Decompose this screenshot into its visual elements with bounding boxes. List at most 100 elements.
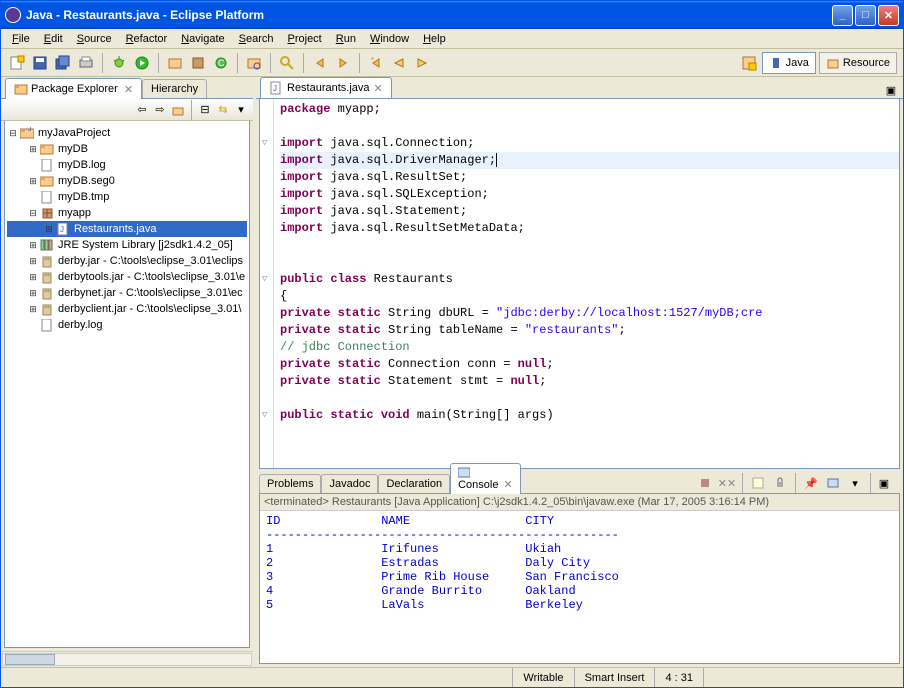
new-package-button[interactable] — [188, 53, 208, 73]
save-button[interactable] — [30, 53, 50, 73]
last-edit-button[interactable]: * — [366, 53, 386, 73]
maximize-button[interactable]: □ — [855, 5, 876, 26]
remove-terminated-icon[interactable]: ✕✕ — [717, 473, 737, 493]
code-line-2[interactable]: import java.sql.Connection; — [280, 135, 899, 152]
close-button[interactable]: ✕ — [878, 5, 899, 26]
menu-project[interactable]: Project — [281, 31, 329, 47]
open-console-icon[interactable]: ▾ — [845, 473, 865, 493]
tree-item-1[interactable]: myDB.log — [7, 157, 247, 173]
terminate-icon[interactable] — [695, 473, 715, 493]
code-line-9[interactable] — [280, 254, 899, 271]
tree-item-7[interactable]: ⊞derby.jar - C:\tools\eclipse_3.01\eclip… — [7, 253, 247, 269]
search-button[interactable] — [277, 53, 297, 73]
code-editor[interactable]: ▽ ▽ ▽ package myapp; import java.sql.Conne… — [259, 99, 900, 469]
resource-perspective-button[interactable]: Resource — [819, 52, 897, 74]
print-button[interactable] — [76, 53, 96, 73]
forward-button[interactable] — [412, 53, 432, 73]
collapse-all-icon[interactable]: ⊟ — [197, 102, 213, 118]
forward-icon[interactable]: ⇨ — [152, 102, 168, 118]
code-line-1[interactable] — [280, 118, 899, 135]
new-class-button[interactable]: C — [211, 53, 231, 73]
menu-source[interactable]: Source — [70, 31, 119, 47]
annotation-next-button[interactable] — [333, 53, 353, 73]
menu-edit[interactable]: Edit — [37, 31, 70, 47]
code-line-12[interactable]: private static String dbURL = "jdbc:derb… — [280, 305, 899, 322]
link-editor-icon[interactable]: ⇆ — [215, 102, 231, 118]
close-console-tab-icon[interactable]: ✕ — [504, 479, 513, 491]
console-output[interactable]: ID NAME CITY ---------------------------… — [260, 511, 899, 663]
project-tree[interactable]: ⊟JmyJavaProject⊞myDBmyDB.log⊞myDB.seg0my… — [4, 121, 250, 648]
bottom-tab-console[interactable]: Console ✕ — [450, 463, 521, 494]
console-toolbar: ✕✕ 📌 ▾ ▣ — [521, 473, 900, 493]
svg-text:*: * — [371, 57, 374, 64]
status-bar: Writable Smart Insert 4 : 31 — [1, 667, 903, 687]
close-tab-icon[interactable]: ✕ — [124, 83, 133, 96]
pin-console-icon[interactable]: 📌 — [801, 473, 821, 493]
fold-marker-icon[interactable]: ▽ — [262, 407, 272, 417]
tree-item-2[interactable]: ⊞myDB.seg0 — [7, 173, 247, 189]
java-perspective-button[interactable]: Java — [762, 52, 816, 74]
bottom-tab-problems[interactable]: Problems — [259, 474, 321, 493]
tree-item-4[interactable]: ⊟myapp — [7, 205, 247, 221]
menu-file[interactable]: File — [5, 31, 37, 47]
code-line-5[interactable]: import java.sql.SQLException; — [280, 186, 899, 203]
tree-item-6[interactable]: ⊞JRE System Library [j2sdk1.4.2_05] — [7, 237, 247, 253]
tree-project-root[interactable]: ⊟JmyJavaProject — [7, 125, 247, 141]
menu-navigate[interactable]: Navigate — [174, 31, 231, 47]
sidebar-scrollbar[interactable] — [1, 651, 253, 667]
tree-item-8[interactable]: ⊞derbytools.jar - C:\tools\eclipse_3.01\… — [7, 269, 247, 285]
debug-button[interactable] — [109, 53, 129, 73]
scroll-lock-icon[interactable] — [770, 473, 790, 493]
tree-item-10[interactable]: ⊞derbyclient.jar - C:\tools\eclipse_3.01… — [7, 301, 247, 317]
menu-window[interactable]: Window — [363, 31, 416, 47]
up-icon[interactable] — [170, 102, 186, 118]
bottom-tab-declaration[interactable]: Declaration — [378, 474, 450, 493]
new-project-button[interactable] — [165, 53, 185, 73]
clear-console-icon[interactable] — [748, 473, 768, 493]
maximize-console-icon[interactable]: ▣ — [876, 475, 892, 491]
code-line-13[interactable]: private static String tableName = "resta… — [280, 322, 899, 339]
tree-item-0[interactable]: ⊞myDB — [7, 141, 247, 157]
tree-item-5[interactable]: ⊞JRestaurants.java — [7, 221, 247, 237]
open-type-button[interactable] — [244, 53, 264, 73]
code-line-18[interactable]: public static void main(String[] args) — [280, 407, 899, 424]
hierarchy-tab[interactable]: Hierarchy — [142, 79, 207, 98]
package-explorer-tab[interactable]: Package Explorer ✕ — [5, 78, 142, 99]
tree-item-3[interactable]: myDB.tmp — [7, 189, 247, 205]
annotation-prev-button[interactable] — [310, 53, 330, 73]
back-button[interactable] — [389, 53, 409, 73]
menu-help[interactable]: Help — [416, 31, 453, 47]
menu-refactor[interactable]: Refactor — [119, 31, 175, 47]
menu-run[interactable]: Run — [329, 31, 363, 47]
maximize-view-icon[interactable]: ▣ — [883, 82, 899, 98]
menu-search[interactable]: Search — [232, 31, 281, 47]
code-line-6[interactable]: import java.sql.Statement; — [280, 203, 899, 220]
close-editor-icon[interactable]: ✕ — [374, 82, 383, 95]
tree-item-11[interactable]: derby.log — [7, 317, 247, 333]
code-line-4[interactable]: import java.sql.ResultSet; — [280, 169, 899, 186]
code-line-11[interactable]: { — [280, 288, 899, 305]
package-explorer-toolbar: ⇦ ⇨ ⊟ ⇆ ▾ — [1, 99, 253, 121]
code-line-10[interactable]: public class Restaurants — [280, 271, 899, 288]
run-button[interactable] — [132, 53, 152, 73]
code-line-7[interactable]: import java.sql.ResultSetMetaData; — [280, 220, 899, 237]
fold-marker-icon[interactable]: ▽ — [262, 135, 272, 145]
code-line-16[interactable]: private static Statement stmt = null; — [280, 373, 899, 390]
tree-item-9[interactable]: ⊞derbynet.jar - C:\tools\eclipse_3.01\ec — [7, 285, 247, 301]
code-line-14[interactable]: // jdbc Connection — [280, 339, 899, 356]
code-line-0[interactable]: package myapp; — [280, 101, 899, 118]
minimize-button[interactable]: _ — [832, 5, 853, 26]
code-line-15[interactable]: private static Connection conn = null; — [280, 356, 899, 373]
new-button[interactable] — [7, 53, 27, 73]
display-console-icon[interactable] — [823, 473, 843, 493]
fold-marker-icon[interactable]: ▽ — [262, 271, 272, 281]
open-perspective-button[interactable] — [739, 53, 759, 73]
save-all-button[interactable] — [53, 53, 73, 73]
bottom-tab-javadoc[interactable]: Javadoc — [321, 474, 378, 493]
code-line-17[interactable] — [280, 390, 899, 407]
back-icon[interactable]: ⇦ — [134, 102, 150, 118]
code-line-8[interactable] — [280, 237, 899, 254]
code-line-3[interactable]: import java.sql.DriverManager; — [280, 152, 899, 169]
view-menu-icon[interactable]: ▾ — [233, 102, 249, 118]
editor-tab-restaurants[interactable]: J Restaurants.java ✕ — [260, 77, 392, 98]
